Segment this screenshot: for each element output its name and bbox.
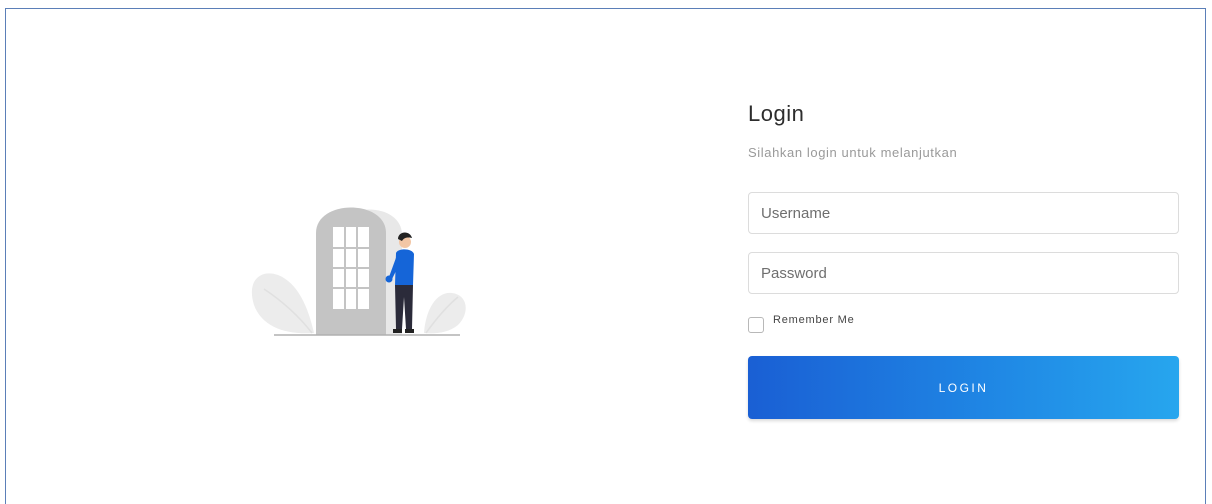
username-input[interactable]: [748, 192, 1179, 234]
page-subtitle: Silahkan login untuk melanjutkan: [748, 145, 958, 160]
login-button[interactable]: LOGIN: [748, 356, 1179, 419]
page-title: Login: [748, 101, 805, 126]
remember-me-checkbox[interactable]: [748, 317, 764, 333]
page-frame: Login Silahkan login untuk melanjutkan R…: [5, 8, 1206, 504]
remember-me-row[interactable]: Remember Me: [748, 314, 855, 335]
remember-me-label: Remember Me: [773, 314, 855, 326]
person-at-door-illustration: [251, 207, 466, 336]
password-input[interactable]: [748, 252, 1179, 294]
